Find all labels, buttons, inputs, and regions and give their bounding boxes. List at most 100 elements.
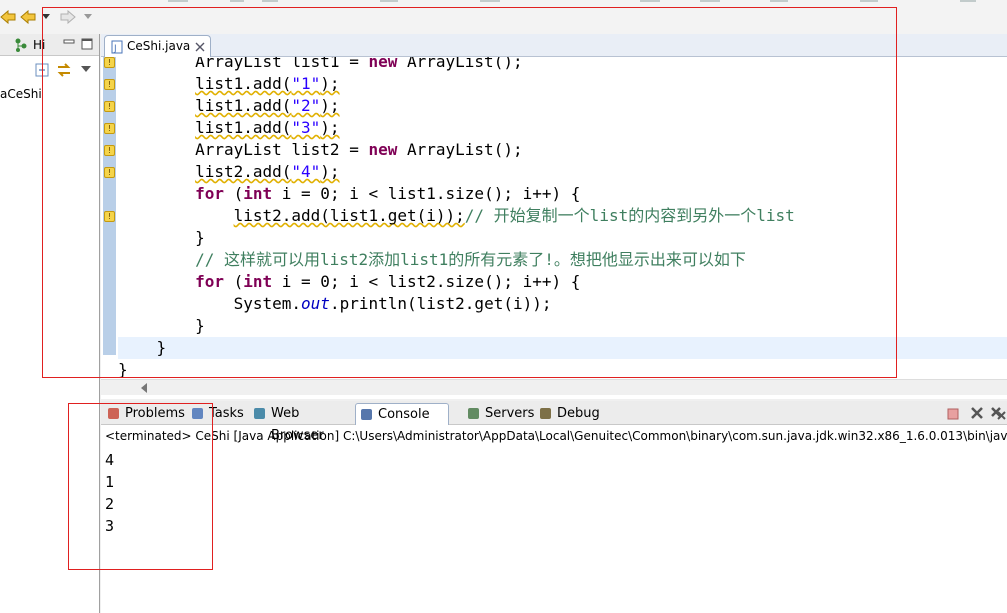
warning-icon[interactable]: !	[104, 211, 115, 222]
code-line[interactable]: }	[118, 315, 1007, 337]
code-token: list1.add(	[195, 74, 292, 93]
code-token: }	[118, 316, 205, 335]
toolbar-icon-fragment	[380, 0, 398, 2]
back-nav-icon[interactable]	[20, 10, 36, 24]
console-status-line: <terminated> CeShi [Java Application] C:…	[105, 429, 1007, 443]
chevron-down-icon[interactable]	[84, 14, 92, 20]
problems-icon	[106, 406, 121, 421]
code-token: ArrayList();	[397, 57, 523, 71]
code-line[interactable]: // 这样就可以用list2添加list1的所有元素了!。想把他显示出来可以如下	[118, 249, 1007, 271]
close-icon[interactable]	[195, 42, 205, 52]
editor-tabbar: J CeShi.java	[101, 34, 1007, 57]
code-token: "2"	[291, 96, 321, 115]
console-output-line: 2	[105, 495, 115, 513]
toolbar-icon-fragment	[770, 0, 788, 2]
chevron-down-icon[interactable]	[42, 14, 50, 20]
view-menu-icon[interactable]	[81, 66, 91, 73]
back-arrow-icon[interactable]	[0, 10, 16, 24]
forward-arrow-icon[interactable]	[60, 10, 76, 24]
code-line[interactable]: list1.add("2");	[118, 95, 1007, 117]
editor-tab-title: CeShi.java	[127, 39, 191, 53]
tab-ceshi-java[interactable]: J CeShi.java	[104, 35, 211, 57]
java-file-icon: J	[111, 40, 123, 54]
code-token: // 这样就可以用list2添加list1的所有元素了!。想把他显示出来可以如下	[195, 250, 746, 269]
web-browser-icon	[252, 406, 267, 421]
code-line[interactable]: ArrayList list1 = new ArrayList();	[118, 57, 1007, 73]
code-token: for	[195, 272, 224, 291]
code-token: System.	[118, 294, 302, 313]
warning-icon[interactable]: !	[104, 101, 115, 112]
toolbar-icon-fragment	[230, 0, 244, 2]
console-output-line: 1	[105, 473, 115, 491]
minimize-icon[interactable]	[63, 39, 75, 49]
tab-label: Servers	[485, 406, 535, 421]
code-token: new	[368, 57, 398, 71]
servers-icon	[466, 406, 481, 421]
code-line[interactable]: System.out.println(list2.get(i));	[118, 293, 1007, 315]
code-line[interactable]: for (int i = 0; i < list1.size(); i++) {	[118, 183, 1007, 205]
console-view: Problems Tasks Web Browser Console Servers De…	[101, 401, 1007, 613]
scroll-left-icon[interactable]	[140, 383, 148, 393]
code-token: .println(list2.get(i));	[329, 294, 552, 313]
debug-icon	[538, 406, 553, 421]
tree-item[interactable]: aCeShi	[0, 87, 42, 101]
code-line[interactable]: list1.add("1");	[118, 73, 1007, 95]
maximize-icon[interactable]	[81, 38, 93, 50]
tab-servers[interactable]: Servers	[463, 403, 535, 425]
code-token: list2.add(list1.get(i));	[233, 206, 465, 225]
code-token: }	[118, 360, 128, 379]
left-panel-tabbar: Hi	[0, 34, 99, 56]
code-token: "4"	[291, 162, 321, 181]
warning-icon[interactable]: !	[104, 123, 115, 134]
toolbar-icon-fragment	[480, 0, 500, 2]
tab-tasks[interactable]: Tasks	[187, 403, 247, 425]
code-token: }	[118, 228, 205, 247]
console-output-line: 3	[105, 517, 115, 535]
svg-text:J: J	[113, 44, 117, 54]
code-token: );	[320, 162, 340, 181]
code-token: );	[320, 96, 340, 115]
code-line[interactable]: list2.add(list1.get(i));// 开始复制一个list的内容…	[118, 205, 1007, 227]
horizontal-scrollbar[interactable]	[101, 379, 1007, 395]
tab-web-browser[interactable]: Web Browser	[249, 403, 353, 443]
code-line[interactable]: ArrayList list2 = new ArrayList();	[118, 139, 1007, 161]
collapse-all-icon[interactable]	[35, 63, 49, 77]
remove-launch-icon[interactable]	[970, 406, 984, 420]
warning-icon[interactable]: !	[104, 57, 115, 68]
code-area[interactable]: ArrayList list1 = new ArrayList(); list1…	[118, 57, 1007, 397]
code-token: );	[320, 74, 340, 93]
main-toolbar	[0, 0, 1007, 34]
code-token: list1.add(	[195, 96, 292, 115]
code-token: }	[118, 338, 167, 357]
toolbar-icon-fragment	[640, 0, 660, 2]
terminate-icon[interactable]	[946, 407, 960, 421]
toolbar-icon-fragment	[262, 0, 278, 2]
tab-label: Console	[378, 407, 430, 422]
code-line[interactable]: for (int i = 0; i < list2.size(); i++) {	[118, 271, 1007, 293]
warning-icon[interactable]: !	[104, 145, 115, 156]
code-line[interactable]: list1.add("3");	[118, 117, 1007, 139]
annotation-ruler: !!!!!!!	[101, 57, 117, 399]
code-editor: J CeShi.java !!!!!!! ArrayList list1 = n…	[101, 34, 1007, 399]
remove-all-terminated-icon[interactable]	[990, 406, 1006, 420]
code-line[interactable]: }	[118, 359, 1007, 381]
warning-icon[interactable]: !	[104, 79, 115, 90]
code-token: ArrayList list1 =	[118, 57, 369, 71]
code-line[interactable]: }	[118, 227, 1007, 249]
link-with-editor-icon[interactable]	[56, 62, 72, 78]
tab-console[interactable]: Console	[355, 403, 449, 425]
code-line[interactable]: list2.add("4");	[118, 161, 1007, 183]
package-explorer-panel: Hi aCeShi	[0, 34, 100, 613]
tab-hierarchy[interactable]: Hi	[33, 38, 45, 52]
tab-problems[interactable]: Problems	[103, 403, 185, 425]
warning-icon[interactable]: !	[104, 167, 115, 178]
console-output[interactable]: 4 1 2 3	[105, 449, 114, 537]
code-line[interactable]: }	[118, 337, 1007, 359]
tab-debug[interactable]: Debug	[535, 403, 601, 425]
code-token: int	[243, 184, 273, 203]
